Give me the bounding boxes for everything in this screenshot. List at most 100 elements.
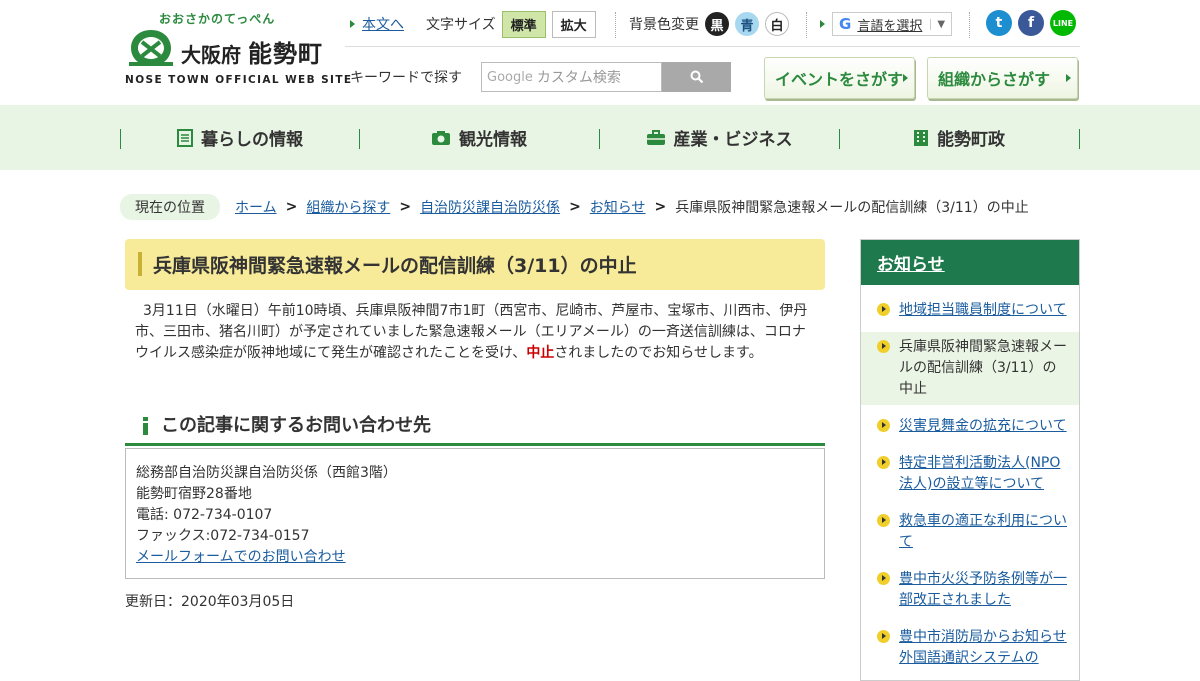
arrow-bullet-icon: [877, 340, 890, 353]
search-icon: [690, 70, 703, 84]
divider: [615, 12, 616, 38]
contact-dept: 総務部自治防災課自治防災係（西館3階）: [136, 465, 397, 481]
arrow-bullet-icon: [877, 514, 890, 527]
facebook-icon[interactable]: f: [1018, 10, 1044, 36]
org-search-button[interactable]: 組織からさがす: [927, 57, 1078, 99]
sidebar-item-link[interactable]: 地域担当職員制度について: [899, 302, 1067, 318]
nav-item-label: 暮らしの情報: [201, 130, 303, 150]
bg-blue-button[interactable]: 青: [735, 12, 759, 36]
line-icon[interactable]: LINE: [1050, 10, 1076, 36]
breadcrumb-separator: >: [285, 199, 298, 215]
contact-box: 総務部自治防災課自治防災係（西館3階） 能勢町宿野28番地 電話: 072-73…: [125, 448, 825, 579]
font-standard-button[interactable]: 標準: [501, 10, 546, 38]
sidebar-list: 地域担当職員制度について 兵庫県阪神間緊急速報メールの配信訓練（3/11）の中止…: [861, 285, 1079, 674]
search-brand: Google: [487, 69, 533, 85]
language-select-label: 言語を選択: [857, 18, 923, 34]
arrow-bullet-icon: [877, 630, 890, 643]
logo-pref: 大阪府: [181, 43, 241, 67]
event-search-button[interactable]: イベントをさがす: [764, 57, 915, 99]
arrow-bullet-icon: [877, 303, 890, 316]
bg-color-label: 背景色変更: [629, 17, 699, 33]
nav-item-label: 能勢町政: [937, 130, 1005, 150]
arrow-bullet-icon: [877, 456, 890, 469]
nav-divider: [1079, 129, 1080, 149]
article-body: 3月11日（水曜日）午前10時頃、兵庫県阪神間7市1町（西宮市、尼崎市、芦屋市、…: [125, 290, 825, 364]
logo-en-name: NOSE TOWN OFFICIAL WEB SITE: [125, 74, 353, 86]
bg-white-button[interactable]: 白: [765, 12, 789, 36]
breadcrumb-separator: >: [569, 199, 581, 215]
sidebar-item: 救急車の適正な利用について: [861, 506, 1079, 558]
sidebar-item-link[interactable]: 豊中市消防局からお知らせ 外国語通訳システムの: [899, 629, 1067, 666]
contact-fax: ファックス:072-734-0157: [136, 528, 310, 544]
search-label: キーワードで探す: [350, 70, 462, 86]
sidebar-item-current-label: 兵庫県阪神間緊急速報メールの配信訓練（3/11）の中止: [899, 339, 1067, 397]
divider: [969, 12, 970, 38]
info-icon: [143, 417, 149, 435]
main-content: 兵庫県阪神間緊急速報メールの配信訓練（3/11）の中止 3月11日（水曜日）午前…: [125, 239, 825, 611]
building-icon: [913, 129, 929, 147]
breadcrumb-current-label: 現在の位置: [120, 194, 220, 220]
skip-to-content-link[interactable]: 本文へ: [362, 14, 404, 34]
utility-bar: 本文へ 文字サイズ 標準 拡大 背景色変更 黒 青 白 G 言語を選択 ▼ t …: [350, 8, 1080, 40]
bg-color-control: 背景色変更 黒 青 白: [629, 8, 789, 40]
sidebar-heading-link[interactable]: お知らせ: [877, 250, 945, 275]
language-select[interactable]: G 言語を選択 ▼: [832, 12, 953, 36]
search-placeholder: カスタム検索: [536, 70, 621, 86]
divider: [806, 12, 807, 38]
page-title: 兵庫県阪神間緊急速報メールの配信訓練（3/11）の中止: [125, 239, 825, 290]
contact-tel: 電話: 072-734-0107: [136, 507, 273, 523]
arrow-bullet-icon: [877, 419, 890, 432]
contact-heading-text: この記事に関するお問い合わせ先: [161, 414, 431, 436]
site-header: おおさかのてっぺん 大阪府 能勢町 NOSE TOWN OFFICIAL WEB…: [0, 0, 1200, 105]
sidebar-item: 地域担当職員制度について: [861, 295, 1079, 326]
font-size-label: 文字サイズ: [426, 17, 496, 33]
arrow-bullet-icon: [877, 572, 890, 585]
site-logo[interactable]: おおさかのてっぺん 大阪府 能勢町 NOSE TOWN OFFICIAL WEB…: [125, 10, 351, 90]
sidebar-item: 災害見舞金の拡充について: [861, 411, 1079, 442]
header-divider: [345, 46, 1080, 47]
breadcrumb-news[interactable]: お知らせ: [590, 197, 646, 217]
chevron-down-icon: ▼: [930, 18, 945, 30]
skip-link-wrap: 本文へ: [350, 8, 404, 40]
sidebar-item: 特定非営利活動法人(NPO法人)の設立等について: [861, 448, 1079, 500]
contact-form-link[interactable]: メールフォームでのお問い合わせ: [136, 549, 346, 565]
sidebar-item-current: 兵庫県阪神間緊急速報メールの配信訓練（3/11）の中止: [861, 332, 1079, 405]
camera-icon: [431, 130, 451, 146]
nav-item-business[interactable]: 産業・ビジネス: [599, 105, 839, 170]
document-icon: [177, 128, 193, 147]
nav-item-government[interactable]: 能勢町政: [839, 105, 1079, 170]
sidebar-item-link[interactable]: 災害見舞金の拡充について: [899, 418, 1067, 434]
twitter-icon[interactable]: t: [986, 10, 1012, 36]
sidebar-heading: お知らせ: [861, 240, 1079, 285]
logo-tagline: おおさかのてっぺん: [159, 12, 276, 26]
updated-date: 更新日：2020年03月05日: [125, 594, 295, 610]
arrow-icon: [350, 20, 355, 28]
nav-item-label: 観光情報: [459, 130, 527, 150]
nav-item-living[interactable]: 暮らしの情報: [120, 105, 360, 170]
logo-town: 能勢町: [247, 40, 323, 68]
contact-address: 能勢町宿野28番地: [136, 486, 252, 502]
search-button[interactable]: [662, 62, 731, 92]
sidebar: お知らせ 地域担当職員制度について 兵庫県阪神間緊急速報メールの配信訓練（3/1…: [860, 239, 1080, 681]
font-large-button[interactable]: 拡大: [551, 10, 596, 38]
language-control: G 言語を選択 ▼: [820, 8, 953, 40]
sidebar-item-link[interactable]: 救急車の適正な利用について: [899, 513, 1067, 550]
arrow-icon: [820, 20, 825, 28]
breadcrumb-home[interactable]: ホーム: [235, 197, 277, 217]
sidebar-item-link[interactable]: 豊中市火災予防条例等が一部改正されました: [899, 571, 1067, 608]
nav-item-label: 産業・ビジネス: [673, 130, 793, 150]
breadcrumb-dept[interactable]: 自治防災課自治防災係: [420, 197, 560, 217]
article-body-emphasis: 中止: [526, 345, 555, 361]
sidebar-item-link[interactable]: 特定非営利活動法人(NPO法人)の設立等について: [899, 455, 1060, 492]
breadcrumb-current-page: 兵庫県阪神間緊急速報メールの配信訓練（3/11）の中止: [675, 200, 1029, 216]
font-size-control: 文字サイズ 標準 拡大: [426, 8, 596, 40]
nav-item-tourism[interactable]: 観光情報: [359, 105, 599, 170]
search-input[interactable]: Google カスタム検索: [481, 62, 662, 92]
bg-black-button[interactable]: 黒: [705, 12, 729, 36]
breadcrumb-separator: >: [654, 199, 667, 215]
breadcrumb-separator: >: [399, 199, 412, 215]
google-g-icon: G: [839, 15, 852, 33]
breadcrumb-org[interactable]: 組織から探す: [306, 197, 390, 217]
breadcrumb: 現在の位置 ホーム > 組織から探す > 自治防災課自治防災係 > お知らせ >…: [120, 194, 1029, 220]
town-emblem-icon: [129, 30, 173, 66]
